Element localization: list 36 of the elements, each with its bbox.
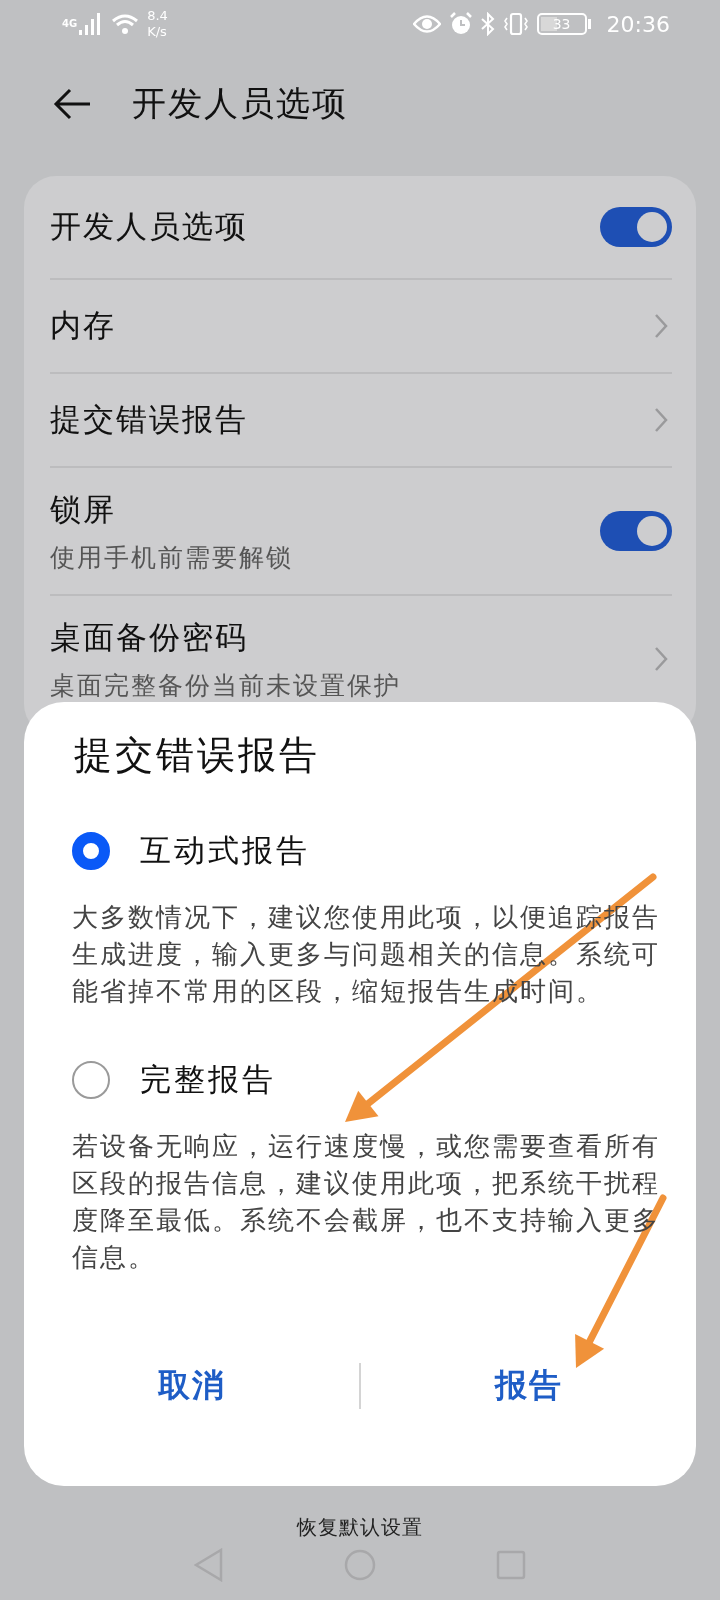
settings-row[interactable]: 锁屏 使用手机前需要解锁 [50,468,672,596]
toggle-switch[interactable] [600,511,672,551]
chevron-icon [654,313,668,339]
bluetooth-icon [480,12,495,36]
network-speed: 8.4 [147,8,168,24]
radio-option[interactable]: 互动式报告 [72,821,310,881]
chevron-icon [654,646,668,672]
toggle-switch[interactable] [600,207,672,247]
setting-label: 开发人员选项 [50,207,249,246]
settings-row[interactable]: 提交错误报告 [50,374,672,468]
wifi-icon [111,13,140,35]
settings-row[interactable]: 内存 [50,280,672,374]
dialog-button[interactable]: 取消 [24,1346,359,1426]
back-button[interactable] [52,87,92,121]
radio-option[interactable]: 完整报告 [72,1050,276,1110]
dialog-button[interactable]: 报告 [361,1346,696,1426]
setting-label: 锁屏 [50,489,117,529]
setting-label: 桌面备份密码 [50,617,249,657]
radio-button[interactable] [72,1061,110,1099]
setting-description: 桌面完整备份当前未设置保护 [50,669,402,702]
chevron-icon [654,407,668,433]
network-type: 4G [62,18,78,29]
vibrate-icon [502,12,529,36]
setting-label: 提交错误报告 [50,400,249,439]
speed-unit: K/s [147,24,168,40]
settings-row[interactable]: 桌面备份密码 桌面完整备份当前未设置保护 [50,596,672,722]
eye-icon [412,15,441,33]
alarm-icon [448,12,473,36]
clock-time: 20:36 [606,11,670,37]
dialog-title: 提交错误报告 [74,732,321,779]
restore-defaults-link[interactable]: 恢复默认设置 [297,1514,423,1541]
page-title: 开发人员选项 [132,82,348,125]
radio-button[interactable] [72,832,110,870]
settings-row[interactable]: 开发人员选项 [50,176,672,280]
setting-description: 使用手机前需要解锁 [50,541,294,574]
setting-label: 内存 [50,306,117,345]
